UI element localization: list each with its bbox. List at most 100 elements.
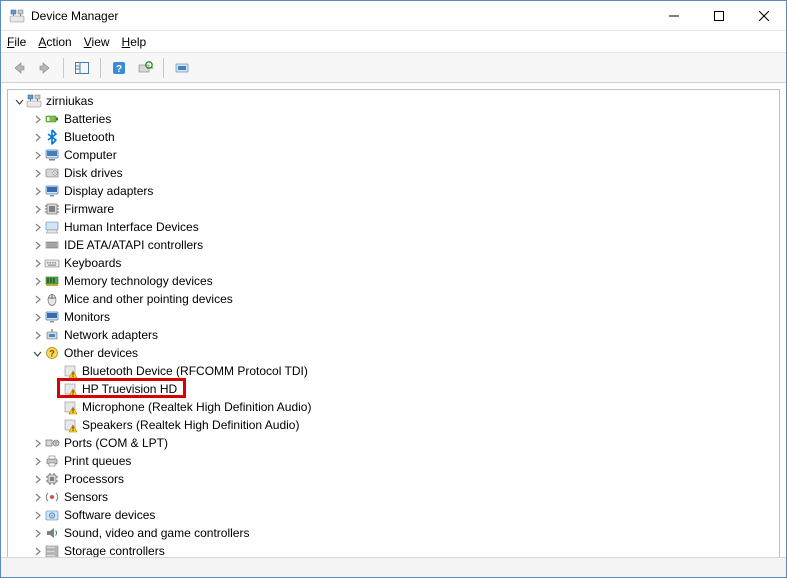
- scan-hardware-button[interactable]: [133, 56, 157, 80]
- tree-node-mouse[interactable]: Mice and other pointing devices: [8, 290, 779, 308]
- warn-icon: [62, 363, 78, 379]
- tree-node-storage[interactable]: Storage controllers: [8, 542, 779, 557]
- tree-node-display[interactable]: Display adapters: [8, 182, 779, 200]
- tree-leaf[interactable]: Microphone (Realtek High Definition Audi…: [8, 398, 779, 416]
- expand-icon[interactable]: [30, 472, 44, 486]
- menu-help[interactable]: Help: [122, 35, 147, 49]
- warn-icon: [62, 399, 78, 415]
- leaf-label: HP Truevision HD: [82, 380, 177, 398]
- menu-action[interactable]: Action: [38, 35, 71, 49]
- app-icon: [9, 8, 25, 24]
- window-title: Device Manager: [31, 9, 651, 23]
- tree-node-other[interactable]: Other devices: [8, 344, 779, 362]
- minimize-button[interactable]: [651, 1, 696, 30]
- node-label: Ports (COM & LPT): [64, 434, 168, 452]
- tree-node-sound[interactable]: Sound, video and game controllers: [8, 524, 779, 542]
- firmware-icon: [44, 201, 60, 217]
- expand-icon[interactable]: [30, 184, 44, 198]
- expand-icon[interactable]: [30, 328, 44, 342]
- show-hide-tree-button[interactable]: [70, 56, 94, 80]
- expand-icon[interactable]: [30, 238, 44, 252]
- tree-node-software[interactable]: Software devices: [8, 506, 779, 524]
- node-label: Computer: [64, 146, 117, 164]
- show-hidden-button[interactable]: [170, 56, 194, 80]
- expand-icon[interactable]: [30, 508, 44, 522]
- tree-node-disk[interactable]: Disk drives: [8, 164, 779, 182]
- help-button[interactable]: ?: [107, 56, 131, 80]
- menu-view[interactable]: View: [84, 35, 110, 49]
- node-label: Mice and other pointing devices: [64, 290, 233, 308]
- processor-icon: [44, 471, 60, 487]
- expand-icon[interactable]: [30, 112, 44, 126]
- node-label: Memory technology devices: [64, 272, 213, 290]
- node-label: Storage controllers: [64, 542, 165, 557]
- node-label: Network adapters: [64, 326, 158, 344]
- svg-text:?: ?: [116, 64, 122, 75]
- maximize-button[interactable]: [696, 1, 741, 30]
- expand-icon[interactable]: [30, 148, 44, 162]
- expand-icon[interactable]: [30, 526, 44, 540]
- other-icon: [44, 345, 60, 361]
- node-label: Batteries: [64, 110, 111, 128]
- expand-icon[interactable]: [30, 292, 44, 306]
- mouse-icon: [44, 291, 60, 307]
- tree-leaf[interactable]: HP Truevision HD: [8, 380, 779, 398]
- warn-icon: [62, 381, 78, 397]
- root-label: zirniukas: [46, 92, 93, 110]
- back-button[interactable]: [7, 56, 31, 80]
- collapse-icon[interactable]: [12, 94, 26, 108]
- tree-node-memory[interactable]: Memory technology devices: [8, 272, 779, 290]
- expand-icon[interactable]: [30, 544, 44, 557]
- statusbar: [1, 557, 786, 577]
- tree-node-computer[interactable]: Computer: [8, 146, 779, 164]
- tree-node-bluetooth[interactable]: Bluetooth: [8, 128, 779, 146]
- node-label: Software devices: [64, 506, 155, 524]
- node-label: Human Interface Devices: [64, 218, 199, 236]
- tree-root[interactable]: zirniukas: [8, 92, 779, 110]
- menu-file[interactable]: File: [7, 35, 26, 49]
- tree-node-processor[interactable]: Processors: [8, 470, 779, 488]
- expand-icon[interactable]: [30, 220, 44, 234]
- expand-icon[interactable]: [30, 490, 44, 504]
- forward-button[interactable]: [33, 56, 57, 80]
- storage-icon: [44, 543, 60, 557]
- close-button[interactable]: [741, 1, 786, 30]
- expand-icon[interactable]: [30, 274, 44, 288]
- tree-node-battery[interactable]: Batteries: [8, 110, 779, 128]
- print-icon: [44, 453, 60, 469]
- tree-node-sensor[interactable]: Sensors: [8, 488, 779, 506]
- tree-node-firmware[interactable]: Firmware: [8, 200, 779, 218]
- device-tree: zirniukas Batteries Bluetooth Computer D…: [8, 90, 779, 557]
- tree-node-ide[interactable]: IDE ATA/ATAPI controllers: [8, 236, 779, 254]
- menubar: File Action View Help: [1, 31, 786, 53]
- tree-leaf[interactable]: Bluetooth Device (RFCOMM Protocol TDI): [8, 362, 779, 380]
- sound-icon: [44, 525, 60, 541]
- expand-icon[interactable]: [30, 256, 44, 270]
- tree-node-network[interactable]: Network adapters: [8, 326, 779, 344]
- device-tree-scroll[interactable]: zirniukas Batteries Bluetooth Computer D…: [7, 89, 780, 557]
- tree-node-keyboard[interactable]: Keyboards: [8, 254, 779, 272]
- toolbar: ?: [1, 53, 786, 83]
- expand-icon[interactable]: [30, 202, 44, 216]
- tree-node-print[interactable]: Print queues: [8, 452, 779, 470]
- tree-node-hid[interactable]: Human Interface Devices: [8, 218, 779, 236]
- tree-leaf[interactable]: Speakers (Realtek High Definition Audio): [8, 416, 779, 434]
- node-label: Display adapters: [64, 182, 153, 200]
- toolbar-separator: [100, 58, 101, 78]
- node-label: Sound, video and game controllers: [64, 524, 249, 542]
- expand-icon[interactable]: [30, 454, 44, 468]
- expand-icon[interactable]: [30, 130, 44, 144]
- node-label: Other devices: [64, 344, 138, 362]
- computer-icon: [44, 147, 60, 163]
- display-icon: [44, 183, 60, 199]
- titlebar: Device Manager: [1, 1, 786, 31]
- expand-icon[interactable]: [30, 436, 44, 450]
- collapse-icon[interactable]: [30, 346, 44, 360]
- tree-node-ports[interactable]: Ports (COM & LPT): [8, 434, 779, 452]
- expand-icon[interactable]: [30, 166, 44, 180]
- node-label: Sensors: [64, 488, 108, 506]
- warn-icon: [62, 417, 78, 433]
- expand-icon[interactable]: [30, 310, 44, 324]
- leaf-label: Speakers (Realtek High Definition Audio): [82, 416, 299, 434]
- tree-node-monitor[interactable]: Monitors: [8, 308, 779, 326]
